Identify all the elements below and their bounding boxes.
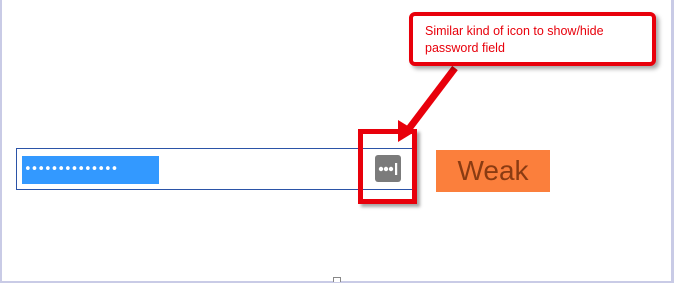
password-masked-text: ••••••••••••••: [22, 156, 159, 184]
window-border-left: [0, 0, 2, 283]
window-edge-marker: [333, 277, 341, 282]
callout-text: Similar kind of icon to show/hide passwo…: [425, 24, 604, 55]
password-strength-badge: Weak: [436, 150, 550, 192]
password-input[interactable]: ••••••••••••••: [16, 148, 413, 190]
icon-highlight-box: [358, 129, 417, 204]
annotation-callout: Similar kind of icon to show/hide passwo…: [409, 12, 656, 66]
